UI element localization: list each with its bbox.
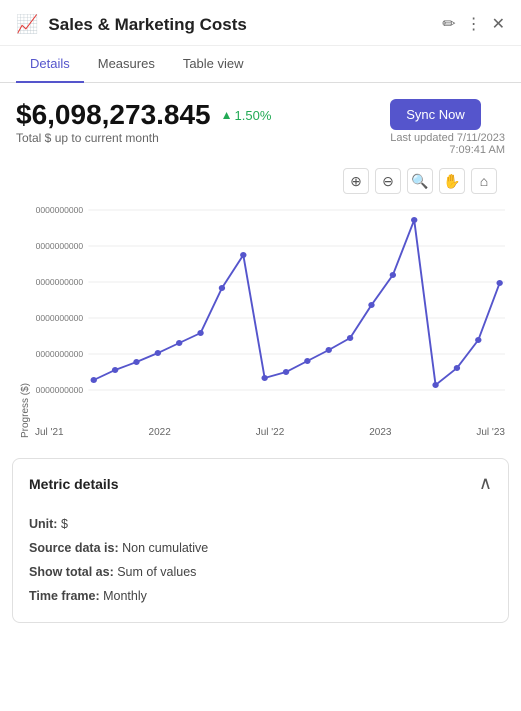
x-label-jul23: Jul '23 — [476, 427, 505, 438]
edit-icon[interactable]: ✏ — [442, 17, 455, 33]
content-area: $6,098,273.845 ▲ 1.50% Total $ up to cur… — [0, 83, 521, 438]
tab-table-view[interactable]: Table view — [169, 46, 258, 83]
detail-source-data: Source data is: Non cumulative — [29, 536, 492, 560]
svg-text:8000000.0000000000: 8000000.0000000000 — [35, 242, 83, 251]
chevron-up-icon: ∧ — [479, 473, 492, 494]
up-arrow-icon: ▲ — [221, 108, 233, 122]
last-updated: Last updated 7/11/2023 7:09:41 AM — [390, 132, 505, 156]
more-icon[interactable]: ⋮ — [466, 17, 482, 33]
x-label-jul21: Jul '21 — [35, 427, 64, 438]
sync-group: Sync Now Last updated 7/11/2023 7:09:41 … — [390, 99, 505, 156]
detail-unit: Unit: $ — [29, 512, 492, 536]
detail-time-frame: Time frame: Monthly — [29, 584, 492, 608]
tabs: Details Measures Table view — [0, 46, 521, 83]
zoom-out-button[interactable]: ⊖ — [375, 168, 401, 194]
x-axis-labels: Jul '21 2022 Jul '22 2023 Jul '23 — [35, 423, 505, 438]
svg-text:10000000.0000000000: 10000000.0000000000 — [35, 206, 83, 215]
chart-area: ⊕ ⊖ 🔍 ✋ ⌂ Progress ($) 10000000.00000000… — [16, 168, 505, 438]
svg-text:2000000.0000000000: 2000000.0000000000 — [35, 350, 83, 359]
home-button[interactable]: ⌂ — [471, 168, 497, 194]
detail-show-total: Show total as: Sum of values — [29, 560, 492, 584]
chart-toolbar: ⊕ ⊖ 🔍 ✋ ⌂ — [16, 168, 505, 194]
header: 📈 Sales & Marketing Costs ✏ ⋮ ✕ — [0, 0, 521, 46]
x-label-2023: 2023 — [369, 427, 391, 438]
chart-inner: 10000000.0000000000 8000000.0000000000 6… — [35, 200, 505, 438]
hand-tool-button[interactable]: ✋ — [439, 168, 465, 194]
magnify-button[interactable]: 🔍 — [407, 168, 433, 194]
close-icon[interactable]: ✕ — [492, 17, 505, 33]
metric-value: $6,098,273.845 ▲ 1.50% — [16, 99, 271, 131]
metric-value-group: $6,098,273.845 ▲ 1.50% Total $ up to cur… — [16, 99, 271, 149]
chart-svg[interactable]: 10000000.0000000000 8000000.0000000000 6… — [35, 200, 505, 420]
metric-change-value: 1.50% — [235, 108, 272, 123]
tab-details[interactable]: Details — [16, 46, 84, 83]
trend-icon: 📈 — [16, 14, 38, 35]
metric-details-header[interactable]: Metric details ∧ — [13, 459, 508, 508]
zoom-in-button[interactable]: ⊕ — [343, 168, 369, 194]
metric-header-row: $6,098,273.845 ▲ 1.50% Total $ up to cur… — [16, 99, 505, 156]
svg-text:4000000.0000000000: 4000000.0000000000 — [35, 314, 83, 323]
x-label-2022: 2022 — [149, 427, 171, 438]
metric-number: $6,098,273.845 — [16, 99, 211, 131]
svg-text:0.0000000000: 0.0000000000 — [35, 386, 83, 395]
metric-change: ▲ 1.50% — [221, 108, 272, 123]
metric-subtitle: Total $ up to current month — [16, 131, 271, 145]
metric-details-card: Metric details ∧ Unit: $ Source data is:… — [12, 458, 509, 623]
metric-details-body: Unit: $ Source data is: Non cumulative S… — [13, 508, 508, 622]
chart-container: Progress ($) 10000000.0000000000 8000000… — [16, 200, 505, 438]
header-actions: ✏ ⋮ ✕ — [442, 17, 505, 33]
tab-measures[interactable]: Measures — [84, 46, 169, 83]
sync-now-button[interactable]: Sync Now — [390, 99, 481, 130]
metric-details-title: Metric details — [29, 476, 118, 492]
page-title: Sales & Marketing Costs — [48, 15, 434, 35]
svg-text:6000000.0000000000: 6000000.0000000000 — [35, 278, 83, 287]
y-axis-label: Progress ($) — [16, 200, 35, 438]
x-label-jul22: Jul '22 — [256, 427, 285, 438]
